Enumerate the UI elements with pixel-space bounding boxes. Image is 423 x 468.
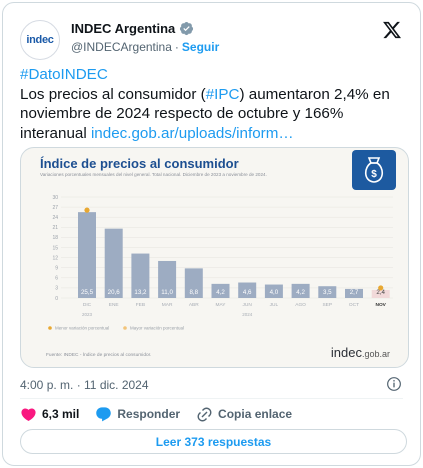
y-tick-label: 3	[55, 286, 58, 292]
bar-value-label: 13,2	[134, 289, 147, 296]
chart-source: Fuente: INDEC - Índice de precios al con…	[46, 353, 152, 358]
read-replies-button[interactable]: Leer 373 respuestas	[20, 429, 407, 454]
cpi-bar-chart: 0 3 6 9 12 15 18 21 24 27 30 25,5 DIC 20,6 ENE 13,2 FEB 1…	[48, 195, 393, 331]
brand-suffix: .gob.ar	[361, 349, 390, 359]
bar-value-label: 4,0	[270, 289, 279, 296]
y-tick-label: 0	[55, 296, 58, 302]
bar-value-label: 11,0	[161, 289, 173, 296]
reply-button[interactable]: Responder	[95, 406, 180, 423]
max-marker	[84, 207, 90, 213]
tweet-text-part-1: Los precios al consumidor (	[20, 85, 206, 103]
x-category-label: ENE	[109, 302, 119, 308]
bar-value-label: 25,5	[81, 289, 94, 296]
bar-value-label: 20,6	[108, 289, 121, 296]
copy-link-button[interactable]: Copia enlace	[196, 406, 292, 423]
indec-brand-logo: indec.gob.ar	[331, 345, 390, 360]
min-marker	[378, 285, 384, 291]
x-category-label: SEP	[322, 302, 332, 308]
x-category-label: OCT	[349, 302, 359, 308]
x-category-label: MAY	[215, 302, 226, 308]
year-2023-label: 2023	[82, 312, 93, 317]
author-name[interactable]: INDEC Argentina	[71, 21, 175, 36]
legend-low-label: Menor variación porcentual	[55, 326, 109, 331]
x-category-label: DIC	[83, 302, 92, 308]
x-category-label: JUL	[270, 302, 279, 308]
x-category-label: MAR	[162, 302, 173, 308]
like-count: 6,3 mil	[42, 407, 80, 421]
hashtag-ipc-link[interactable]: #IPC	[206, 86, 240, 103]
link-icon	[197, 407, 212, 421]
bar-value-label: 4,2	[296, 289, 305, 296]
y-tick-label: 30	[52, 195, 58, 201]
bar-value-label: 3,5	[323, 289, 332, 296]
legend-high-label: Mayor variación porcentual	[130, 326, 184, 331]
x-category-label: ABR	[189, 302, 199, 308]
copy-link-label: Copia enlace	[218, 407, 293, 421]
tweet-timestamp[interactable]: 4:00 p. m. · 11 dic. 2024	[20, 378, 149, 392]
y-tick-label: 24	[52, 215, 58, 221]
verified-badge-icon	[180, 21, 194, 36]
tweet-text: #DatoINDEC Los precios al consumidor (#I…	[20, 65, 410, 143]
separator-dot: ·	[174, 40, 179, 54]
action-bar: 6,3 mil Responder Copia enlace	[20, 405, 308, 423]
author-name-row: INDEC Argentina	[71, 21, 194, 36]
y-tick-label: 9	[55, 266, 58, 272]
reply-bubble-icon	[96, 406, 112, 421]
heart-icon	[21, 407, 36, 421]
hashtag-link[interactable]: #DatoINDEC	[20, 66, 108, 83]
handle-row: @INDECArgentina · Seguir	[71, 40, 219, 54]
brand-main: indec	[330, 345, 362, 360]
legend-low-marker	[48, 326, 52, 330]
y-tick-label: 27	[52, 205, 58, 211]
author-handle[interactable]: @INDECArgentina	[71, 40, 172, 54]
bar-value-label: 4,6	[243, 289, 252, 296]
x-category-label: FEB	[136, 302, 145, 308]
bar-value-label: 8,8	[189, 289, 198, 296]
x-logo-icon[interactable]	[382, 20, 402, 40]
x-category-label: JUN	[243, 302, 253, 308]
y-tick-label: 21	[52, 225, 58, 231]
divider	[20, 398, 403, 399]
y-tick-label: 12	[52, 255, 58, 261]
tweet-card: indec INDEC Argentina @INDECArgentina · …	[2, 2, 421, 466]
bar	[104, 228, 123, 298]
article-link[interactable]: indec.gob.ar/uploads/inform…	[91, 125, 294, 142]
x-category-label: AGO	[295, 302, 306, 308]
like-button[interactable]: 6,3 mil	[20, 406, 79, 423]
y-tick-label: 15	[52, 245, 58, 251]
legend-high-marker	[123, 326, 127, 330]
media-image[interactable]: Índice de precios al consumidor Variacio…	[20, 147, 409, 368]
bar-value-label: 2,7	[350, 289, 359, 296]
info-icon[interactable]	[386, 376, 402, 392]
bar-value-label: 4,2	[216, 289, 225, 296]
x-category-label: NOV	[375, 302, 386, 308]
y-tick-label: 18	[52, 235, 58, 241]
avatar[interactable]: indec	[20, 20, 60, 60]
bar	[78, 212, 96, 298]
year-2024-label: 2024	[242, 312, 253, 317]
avatar-logo-text: indec	[26, 34, 54, 46]
follow-button[interactable]: Seguir	[182, 40, 219, 54]
y-tick-label: 6	[55, 276, 58, 282]
reply-label: Responder	[117, 407, 181, 421]
